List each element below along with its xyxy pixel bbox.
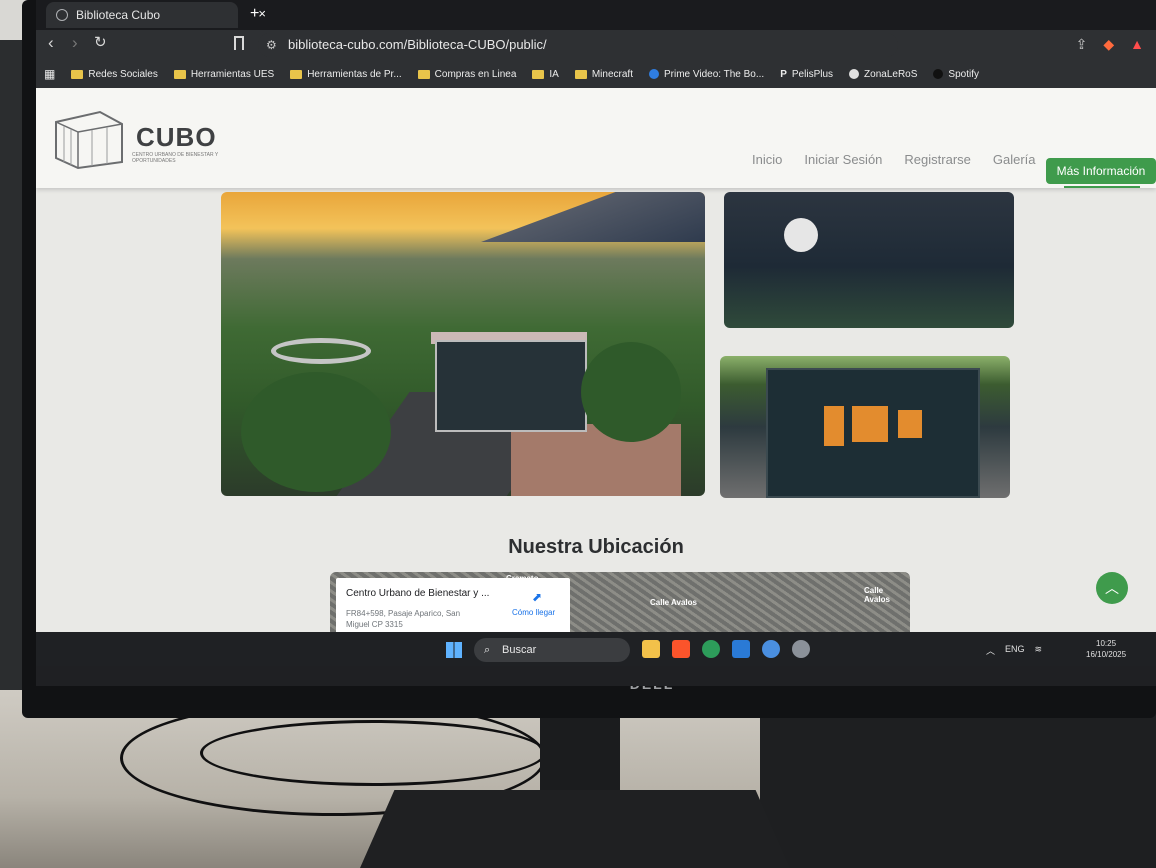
bookmark-item[interactable]: Minecraft (574, 69, 633, 80)
building-shape (435, 340, 587, 432)
windows-start-icon[interactable] (446, 642, 462, 658)
cable (200, 720, 546, 786)
folder-icon (173, 69, 186, 79)
taskbar-search[interactable]: ⌕ Buscar (474, 638, 630, 662)
wifi-icon[interactable]: ≋ (1035, 644, 1043, 657)
gallery-image-interior[interactable] (720, 356, 1010, 498)
clock-time: 10:25 (1096, 639, 1117, 648)
bookmark-item[interactable]: Herramientas UES (173, 69, 274, 80)
folder-icon (71, 69, 84, 79)
web-page: CUBO CENTRO URBANO DE BIENESTAR Y OPORTU… (36, 88, 1156, 648)
bookmark-item[interactable]: P PelisPlus (780, 69, 833, 80)
taskbar-clock[interactable]: 10:25 16/10/2025 (1086, 638, 1126, 660)
brave-rewards-icon[interactable]: ▲ (1130, 36, 1144, 53)
back-arrow-icon[interactable]: ‹ (48, 33, 54, 53)
screen: Biblioteca Cubo × + ‹ › ↻ ⚙ biblioteca-c… (36, 0, 1156, 686)
globe-icon (56, 9, 68, 21)
browser-controls: ⇪ ◆ ▲ (1076, 36, 1144, 53)
tree-shape (241, 372, 391, 492)
zonaleros-icon (849, 69, 860, 79)
bookmark-icon[interactable] (234, 36, 244, 50)
app-icon[interactable] (762, 640, 780, 658)
settings-gear-icon[interactable] (792, 640, 810, 658)
apps-grid-icon[interactable]: ▦ (44, 67, 55, 81)
url-text: biblioteca-cubo.com/Biblioteca-CUBO/publ… (288, 37, 547, 52)
roundabout-shape (271, 338, 371, 364)
tree-shape (581, 342, 681, 442)
reload-icon[interactable]: ↻ (94, 33, 107, 51)
tab-title: Biblioteca Cubo (76, 8, 161, 22)
directions-icon[interactable]: ⬈ (532, 590, 542, 604)
map-street-label: Calle Avalos (864, 586, 890, 604)
cube-logo-icon (55, 110, 123, 170)
chevron-up-icon[interactable]: ︿ (986, 644, 995, 657)
cta-underline (1064, 186, 1140, 188)
brave-browser-icon[interactable] (672, 640, 690, 658)
glass-building-shape (766, 368, 980, 498)
spotify-icon (933, 69, 944, 79)
site-nav: Inicio Iniciar Sesión Registrarse Galerí… (752, 152, 1036, 167)
bookmark-item[interactable]: Redes Sociales (71, 69, 158, 80)
clock-date: 16/10/2025 (1086, 650, 1127, 659)
gallery-image-facade[interactable] (724, 192, 1014, 328)
search-icon: ⌕ (484, 644, 491, 656)
bookmark-item[interactable]: IA (532, 69, 559, 80)
forward-arrow-icon[interactable]: › (72, 33, 78, 53)
bookshelf-shape (852, 406, 888, 442)
section-title: Nuestra Ubicación (508, 536, 684, 558)
bookmark-item[interactable]: ZonaLeRoS (849, 69, 917, 80)
nav-link-registrarse[interactable]: Registrarse (904, 152, 970, 167)
monitor-stand-base (360, 790, 790, 868)
folder-icon (574, 69, 587, 79)
seal-shape (784, 218, 818, 252)
taskbar: ⌕ Buscar ︿ ENG ≋ 10:25 16/10/2025 (36, 632, 1156, 666)
folder-icon (532, 69, 545, 79)
bookmark-item[interactable]: Prime Video: The Bo... (648, 69, 764, 80)
bookshelf-shape (824, 406, 844, 446)
close-tab-icon[interactable]: × (258, 6, 266, 21)
map-street-label: Calle Avalos (650, 598, 697, 607)
bookmark-item[interactable]: Compras en Linea (417, 69, 516, 80)
browser-tab[interactable]: Biblioteca Cubo × (46, 2, 266, 28)
address-bar-row: ‹ › ↻ ⚙ biblioteca-cubo.com/Biblioteca-C… (36, 30, 1156, 60)
directions-link[interactable]: Cómo llegar (512, 608, 555, 617)
map-place-name: Centro Urbano de Bienestar y ... (346, 588, 490, 599)
file-explorer-icon[interactable] (642, 640, 660, 658)
bookmark-item[interactable]: Herramientas de Pr... (290, 69, 402, 80)
vscode-icon[interactable] (732, 640, 750, 658)
back-to-top-button[interactable]: ︿ (1096, 572, 1128, 604)
url-input[interactable]: ⚙ biblioteca-cubo.com/Biblioteca-CUBO/pu… (258, 33, 898, 57)
bookmarks-bar: ▦ Redes Sociales Herramientas UES Herram… (36, 60, 1156, 88)
system-tray: ︿ ENG ≋ (986, 644, 1042, 657)
bookshelf-shape (898, 410, 922, 438)
bookmark-item[interactable]: Spotify (933, 69, 979, 80)
edge-browser-icon[interactable] (702, 640, 720, 658)
logo-wordmark[interactable]: CUBO (136, 122, 217, 153)
search-placeholder: Buscar (502, 644, 537, 656)
folder-icon (417, 69, 430, 79)
map-place-address: FR84+598, Pasaje Aparico, San Miguel CP … (346, 609, 461, 629)
new-tab-button[interactable]: + (250, 5, 259, 23)
brave-shield-icon[interactable]: ◆ (1103, 36, 1114, 53)
prime-video-icon (648, 69, 659, 79)
tab-bar: Biblioteca Cubo × + (36, 0, 1156, 30)
nav-link-iniciar-sesion[interactable]: Iniciar Sesión (804, 152, 882, 167)
site-settings-icon[interactable]: ⚙ (266, 33, 277, 57)
volcano-shape (481, 192, 705, 242)
nav-link-galeria[interactable]: Galería (993, 152, 1036, 167)
share-icon[interactable]: ⇪ (1076, 36, 1088, 53)
nav-link-inicio[interactable]: Inicio (752, 152, 782, 167)
folder-icon (290, 69, 303, 79)
gallery-image-aerial[interactable] (221, 192, 705, 496)
mas-informacion-button[interactable]: Más Información (1046, 158, 1156, 184)
language-indicator[interactable]: ENG (1005, 644, 1025, 657)
pelisplus-icon: P (780, 68, 787, 80)
site-header: CUBO CENTRO URBANO DE BIENESTAR Y OPORTU… (36, 88, 1156, 188)
logo-tagline: CENTRO URBANO DE BIENESTAR Y OPORTUNIDAD… (132, 152, 219, 164)
